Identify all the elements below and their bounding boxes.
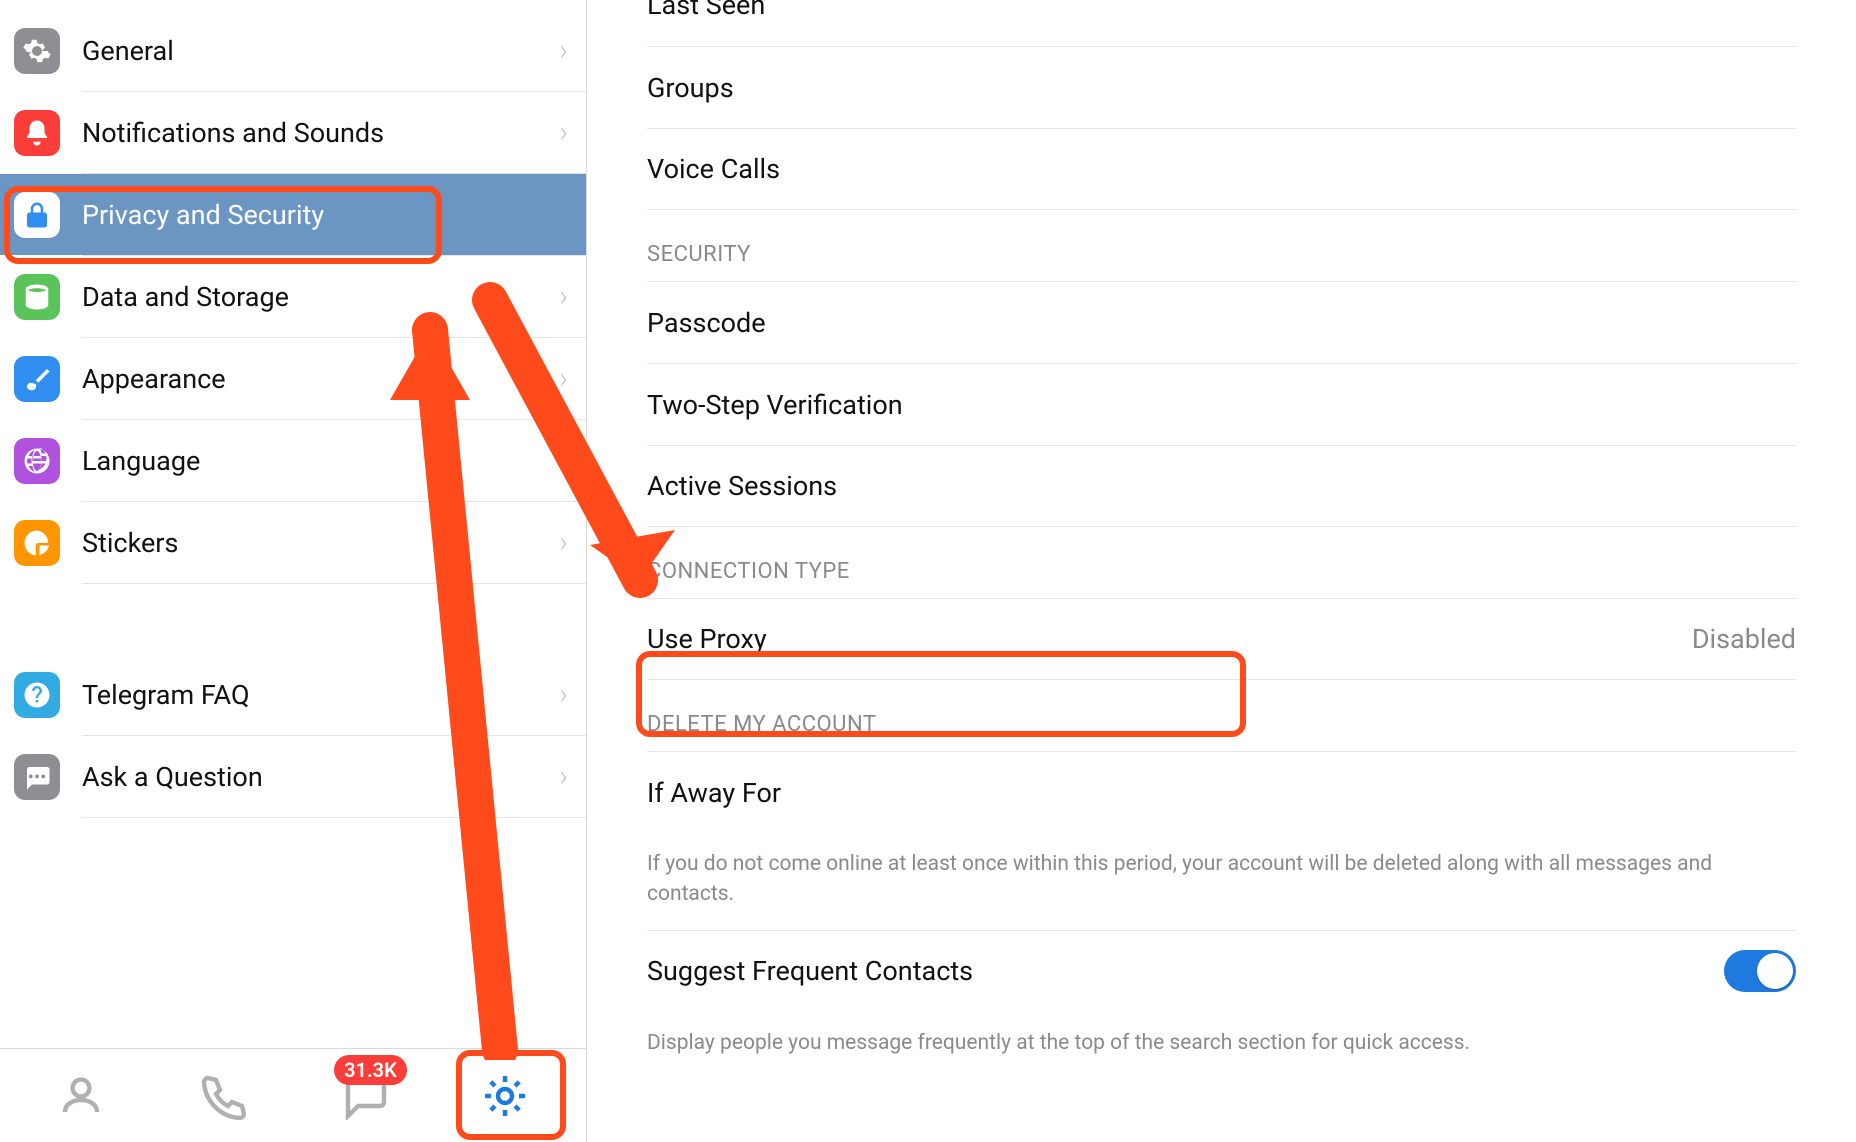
delete-footnote: If you do not come online at least once … [647, 833, 1796, 920]
tab-settings[interactable] [460, 1061, 550, 1131]
sidebar-item-language[interactable]: Language › [0, 420, 586, 501]
sidebar-scroll: General › Notifications and Sounds › Pri… [0, 0, 586, 1048]
sidebar-item-label: Notifications and Sounds [82, 117, 559, 149]
privacy-section: Last Seen Groups Voice Calls [587, 0, 1856, 210]
row-voice-calls[interactable]: Voice Calls [647, 128, 1796, 210]
sidebar-item-notifications[interactable]: Notifications and Sounds › [0, 92, 586, 173]
sidebar-item-label: Stickers [82, 527, 559, 559]
settings-sidebar: General › Notifications and Sounds › Pri… [0, 0, 587, 1142]
row-two-step[interactable]: Two-Step Verification [647, 363, 1796, 445]
sidebar-item-appearance[interactable]: Appearance › [0, 338, 586, 419]
gear-icon [14, 28, 60, 74]
suggest-footnote: Display people you message frequently at… [647, 1012, 1796, 1068]
chevron-right-icon: › [559, 115, 568, 150]
person-icon [57, 1072, 105, 1120]
toggle-switch[interactable] [1724, 950, 1796, 992]
phone-icon [198, 1072, 246, 1120]
row-label: Use Proxy [647, 623, 1692, 655]
row-label: Two-Step Verification [647, 389, 1796, 421]
sidebar-item-stickers[interactable]: Stickers › [0, 502, 586, 583]
row-label: Voice Calls [647, 153, 1796, 185]
security-section: SECURITY Passcode Two-Step Verification … [587, 210, 1856, 527]
sidebar-item-faq[interactable]: Telegram FAQ › [0, 654, 586, 735]
bottom-tab-bar: 31.3K [0, 1048, 586, 1142]
row-use-proxy[interactable]: Use Proxy Disabled [647, 598, 1796, 680]
sidebar-item-general[interactable]: General › [0, 10, 586, 91]
delete-section: DELETE MY ACCOUNT If Away For If you do … [587, 680, 1856, 920]
globe-icon [14, 438, 60, 484]
sidebar-item-label: Telegram FAQ [82, 679, 559, 711]
sidebar-item-privacy[interactable]: Privacy and Security › [0, 174, 586, 255]
bell-icon [14, 110, 60, 156]
row-last-seen[interactable]: Last Seen [647, 0, 1796, 46]
row-groups[interactable]: Groups [647, 46, 1796, 128]
row-label: Last Seen [647, 0, 1796, 21]
database-icon [14, 274, 60, 320]
suggest-section: Suggest Frequent Contacts Display people… [587, 920, 1856, 1068]
chevron-right-icon: › [559, 361, 568, 396]
sidebar-item-data-storage[interactable]: Data and Storage › [0, 256, 586, 337]
sidebar-item-label: General [82, 35, 559, 67]
row-label: Groups [647, 72, 1796, 104]
row-label: If Away For [647, 777, 1796, 809]
chevron-right-icon: › [559, 759, 568, 794]
tab-chats[interactable]: 31.3K [319, 1061, 409, 1131]
unread-badge: 31.3K [334, 1055, 407, 1085]
chevron-right-icon: › [559, 525, 568, 560]
sidebar-spacer [0, 584, 586, 654]
chevron-right-icon: › [559, 443, 568, 478]
tab-calls[interactable] [177, 1061, 267, 1131]
row-label: Suggest Frequent Contacts [647, 955, 1724, 987]
settings-detail-pane: Last Seen Groups Voice Calls SECURITY Pa… [587, 0, 1856, 1142]
row-active-sessions[interactable]: Active Sessions [647, 445, 1796, 527]
sidebar-item-label: Appearance [82, 363, 559, 395]
question-icon [14, 672, 60, 718]
app-root: General › Notifications and Sounds › Pri… [0, 0, 1856, 1142]
row-passcode[interactable]: Passcode [647, 281, 1796, 363]
sticker-icon [14, 520, 60, 566]
row-if-away-for[interactable]: If Away For [647, 751, 1796, 833]
sidebar-item-label: Language [82, 445, 559, 477]
chevron-right-icon: › [559, 33, 568, 68]
section-header-delete: DELETE MY ACCOUNT [647, 680, 1796, 751]
brush-icon [14, 356, 60, 402]
section-header-security: SECURITY [647, 210, 1796, 281]
chat-icon [14, 754, 60, 800]
sidebar-item-ask-question[interactable]: Ask a Question › [0, 736, 586, 817]
row-label: Passcode [647, 307, 1796, 339]
section-header-connection: CONNECTION TYPE [647, 527, 1796, 598]
sidebar-item-label: Privacy and Security [82, 199, 559, 231]
connection-section: CONNECTION TYPE Use Proxy Disabled [587, 527, 1856, 680]
tab-contacts[interactable] [36, 1061, 126, 1131]
row-value: Disabled [1692, 623, 1796, 655]
separator [82, 817, 586, 818]
sidebar-item-label: Data and Storage [82, 281, 559, 313]
row-label: Active Sessions [647, 470, 1796, 502]
row-suggest-contacts[interactable]: Suggest Frequent Contacts [647, 930, 1796, 1012]
gear-icon [481, 1072, 529, 1120]
lock-icon [14, 192, 60, 238]
sidebar-item-label: Ask a Question [82, 761, 559, 793]
chevron-right-icon: › [559, 677, 568, 712]
chevron-right-icon: › [559, 279, 568, 314]
